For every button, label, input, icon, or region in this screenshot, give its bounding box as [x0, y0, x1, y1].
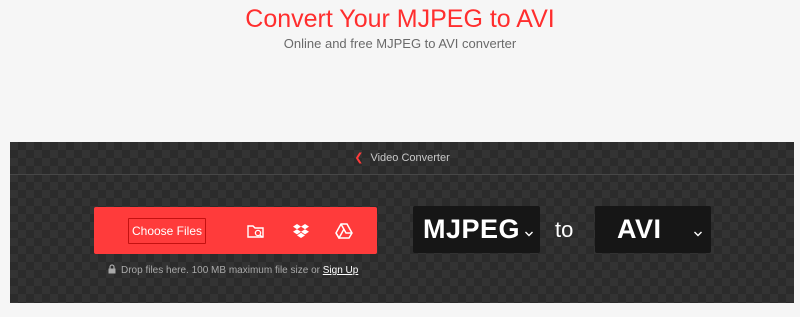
chevron-left-icon: ❮	[354, 152, 364, 164]
lock-icon	[108, 264, 116, 278]
chevron-down-icon	[693, 225, 703, 243]
choose-files-button[interactable]: Choose Files	[94, 207, 377, 254]
to-label: to	[555, 217, 574, 242]
google-drive-icon[interactable]	[334, 221, 354, 241]
chevron-down-icon	[524, 225, 534, 243]
converter-panel: ❮ Video Converter Choose Files Drop file…	[10, 142, 794, 303]
breadcrumb-item-video-converter[interactable]: ❮ Video Converter	[10, 151, 794, 165]
source-format-value: MJPEG	[423, 214, 521, 244]
sign-up-link[interactable]: Sign Up	[323, 265, 359, 276]
dropbox-icon[interactable]	[291, 221, 311, 241]
target-format-value: AVI	[617, 214, 662, 244]
breadcrumb: ❮ Video Converter	[10, 142, 794, 175]
drop-files-note: Drop files here. 100 MB maximum file siz…	[108, 264, 408, 278]
page-title: Convert Your MJPEG to AVI	[245, 5, 555, 33]
drop-note-text: Drop files here. 100 MB maximum file siz…	[121, 265, 323, 276]
source-format-select[interactable]: MJPEG	[413, 206, 540, 253]
page-subtitle: Online and free MJPEG to AVI converter	[283, 36, 517, 51]
target-format-select[interactable]: AVI	[595, 206, 711, 253]
folder-search-icon[interactable]	[246, 221, 266, 241]
breadcrumb-label[interactable]: Video Converter	[370, 152, 449, 164]
choose-files-label[interactable]: Choose Files	[128, 218, 206, 244]
